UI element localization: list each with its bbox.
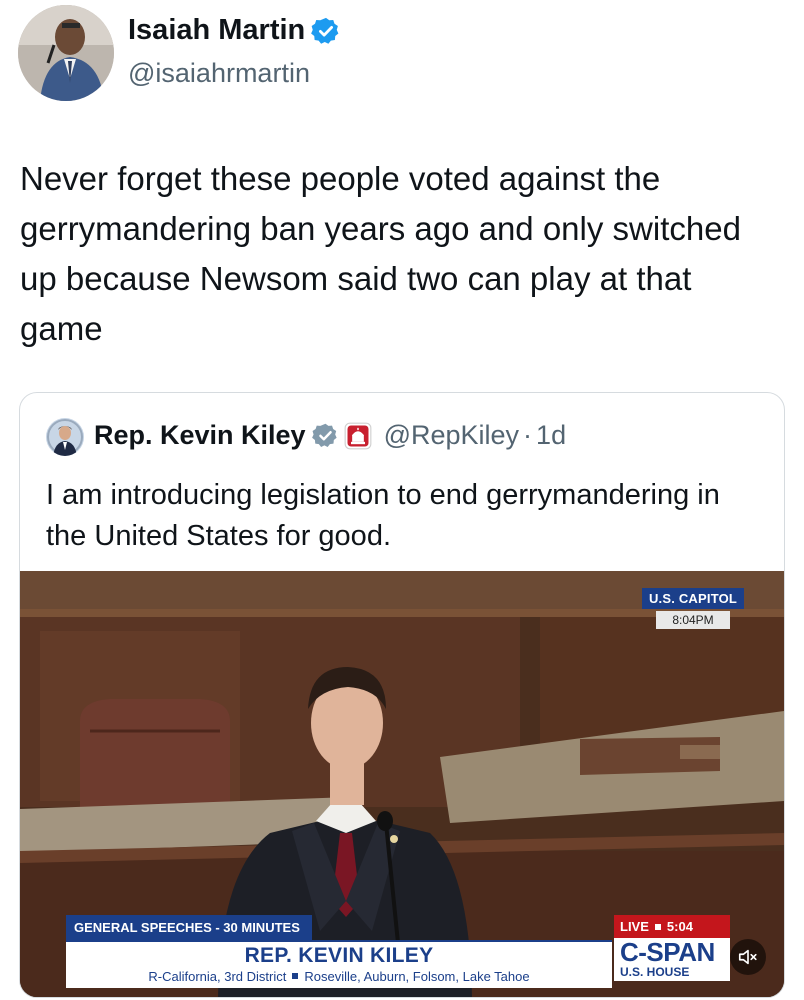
quoted-author-name[interactable]: Rep. Kevin Kiley [94,420,306,451]
location-bug: U.S. CAPITOL 8:04PM [642,588,744,629]
live-indicator: LIVE 5:04 [614,915,730,938]
speaker-caption: REP. KEVIN KILEY R-California, 3rd Distr… [66,940,612,988]
quoted-tweet-timestamp[interactable]: 1d [536,420,566,451]
mute-button[interactable] [730,939,766,975]
cspan-bug: LIVE 5:04 C-SPAN U.S. HOUSE [614,915,740,981]
author-handle[interactable]: @isaiahrmartin [128,58,310,89]
network-name: C-SPAN [620,937,715,967]
lower-third-caption: GENERAL SPEECHES - 30 MINUTES REP. KEVIN… [66,915,612,988]
live-time: 5:04 [666,919,693,934]
verified-badge-icon [311,423,337,447]
capitol-badge-icon [344,422,371,449]
quoted-tweet-text: I am introducing legislation to end gerr… [46,479,720,552]
quoted-author-handle[interactable]: @RepKiley [384,420,519,451]
speaker-muted-icon [738,949,757,965]
separator-dot: · [523,420,533,450]
bullet-square [292,973,299,979]
quoted-tweet-header: Rep. Kevin Kiley @RepKiley · 1d [94,420,566,451]
network-sub: U.S. HOUSE [620,965,690,979]
quoted-author-avatar[interactable] [46,418,84,456]
verified-badge-icon [311,17,339,44]
speaker-area: Roseville, Auburn, Folsom, Lake Tahoe [304,969,530,984]
quoted-tweet-card[interactable]: Rep. Kevin Kiley @RepKiley · 1d I am int… [19,392,785,998]
speaker-party: R-California, 3rd District [148,969,287,984]
speaker-name: REP. KEVIN KILEY [244,944,434,967]
program-label: GENERAL SPEECHES - 30 MINUTES [66,915,312,940]
live-label: LIVE [620,919,649,934]
bullet-square [654,923,661,930]
location-time: 8:04PM [656,611,730,629]
author-name[interactable]: Isaiah Martin [128,14,305,47]
author-name-row: Isaiah Martin [128,14,341,47]
cspan-logo: C-SPAN U.S. HOUSE [614,938,730,981]
author-photo [18,5,114,101]
quoted-author-photo [46,418,84,456]
location-label: U.S. CAPITOL [642,588,744,609]
tweet-text: Never forget these people voted against … [20,160,741,347]
video-player[interactable]: U.S. CAPITOL 8:04PM GENERAL SPEECHES - 3… [20,571,784,997]
author-avatar[interactable] [18,5,114,101]
speaker-details: R-California, 3rd District Roseville, Aub… [66,969,612,984]
